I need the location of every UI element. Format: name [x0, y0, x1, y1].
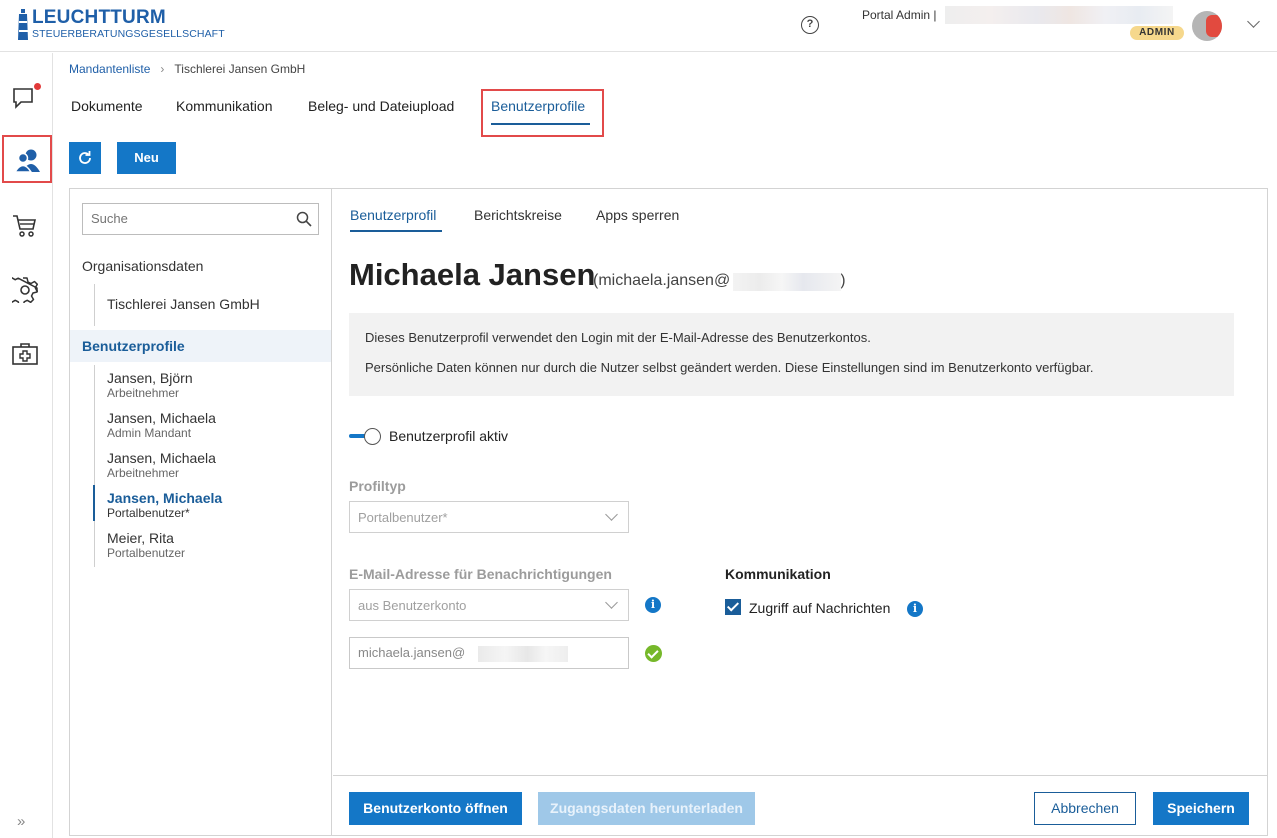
rail-item-cart[interactable] — [0, 201, 52, 249]
expand-rail-icon[interactable]: » — [17, 813, 26, 830]
breadcrumb: Mandantenliste › Tischlerei Jansen GmbH — [69, 62, 305, 76]
person-role: Arbeitnehmer — [107, 466, 180, 480]
search-input[interactable] — [91, 211, 281, 226]
profiles-section-header[interactable]: Benutzerprofile — [70, 330, 331, 362]
info-line-1: Dieses Benutzerprofil verwendet den Logi… — [365, 330, 871, 345]
breadcrumb-current: Tischlerei Jansen GmbH — [174, 62, 306, 76]
person-role: Admin Mandant — [107, 426, 192, 440]
tab-benutzerprofil[interactable]: Benutzerprofil — [350, 207, 436, 223]
breadcrumb-root-link[interactable]: Mandantenliste — [69, 62, 150, 76]
download-credentials-button[interactable]: Zugangsdaten herunterladen — [538, 792, 755, 825]
avatar-image — [1206, 15, 1222, 37]
org-section-title: Organisationsdaten — [82, 258, 204, 274]
search-icon[interactable] — [296, 211, 312, 227]
lighthouse-icon — [18, 9, 28, 40]
logo[interactable]: LEUCHTTURM STEUERBERATUNGSGESELLSCHAFT — [14, 7, 225, 43]
cart-icon — [13, 215, 36, 237]
profile-active-toggle[interactable] — [349, 427, 383, 445]
org-item[interactable]: Tischlerei Jansen GmbH — [107, 296, 260, 312]
refresh-icon — [79, 151, 91, 164]
open-account-button[interactable]: Benutzerkonto öffnen — [349, 792, 522, 825]
search-box — [82, 203, 319, 235]
rail-item-users[interactable] — [2, 135, 52, 183]
tree-line — [94, 365, 95, 567]
rail-item-health[interactable] — [0, 329, 52, 377]
email-redacted — [478, 646, 568, 662]
list-item[interactable]: Jansen, Michaela Arbeitnehmer — [107, 450, 216, 480]
email-source-select[interactable]: aus Benutzerkonto — [349, 589, 629, 621]
communication-label: Kommunikation — [725, 566, 831, 582]
person-role: Arbeitnehmer — [107, 386, 180, 400]
person-name: Jansen, Michaela — [107, 410, 216, 426]
info-line-2: Persönliche Daten können nur durch die N… — [365, 360, 1094, 375]
email-redacted — [733, 273, 841, 291]
person-name: Meier, Rita — [107, 530, 174, 546]
role-badge: ADMIN — [1130, 26, 1184, 40]
user-label: Portal Admin | — [862, 8, 937, 22]
new-button[interactable]: Neu — [117, 142, 176, 174]
chevron-down-icon[interactable] — [1247, 15, 1260, 28]
left-rail: » — [0, 53, 53, 838]
chevron-down-icon — [605, 596, 618, 609]
avatar[interactable] — [1192, 11, 1222, 41]
person-name: Jansen, Michaela — [107, 490, 223, 506]
info-icon[interactable]: i — [907, 601, 923, 617]
rail-item-messages[interactable] — [0, 73, 52, 121]
person-role: Portalbenutzer — [107, 546, 186, 560]
list-item[interactable]: Jansen, Björn Arbeitnehmer — [107, 370, 193, 400]
medical-kit-icon — [12, 343, 38, 365]
notification-dot — [34, 83, 41, 90]
profile-detail: Benutzerprofil Berichtskreise Apps sperr… — [333, 189, 1267, 835]
list-item[interactable]: Meier, Rita Portalbenutzer — [107, 530, 185, 560]
tab-apps-sperren[interactable]: Apps sperren — [596, 207, 679, 223]
list-item[interactable]: Jansen, Michaela Admin Mandant — [107, 410, 216, 440]
user-email-suffix: ) — [840, 272, 846, 289]
check-circle-icon — [645, 645, 662, 662]
highlight-frame — [481, 89, 604, 137]
person-name: Jansen, Björn — [107, 370, 193, 386]
person-role: Portalbenutzer* — [107, 506, 190, 520]
save-button[interactable]: Speichern — [1153, 792, 1249, 825]
logo-subtitle: STEUERBERATUNGSGESELLSCHAFT — [32, 28, 225, 40]
person-name: Jansen, Michaela — [107, 450, 216, 466]
tab-berichtskreise[interactable]: Berichtskreise — [474, 207, 562, 223]
profiltyp-label: Profiltyp — [349, 478, 406, 494]
profiltyp-select[interactable]: Portalbenutzer* — [349, 501, 629, 533]
tree-line — [94, 284, 95, 326]
active-subtab-indicator — [350, 230, 442, 232]
message-access-label: Zugriff auf Nachrichten — [749, 600, 891, 616]
user-email-prefix: (michaela.jansen@ — [593, 272, 731, 289]
rail-item-settings[interactable] — [0, 265, 52, 313]
info-box: Dieses Benutzerprofil verwendet den Logi… — [349, 313, 1234, 396]
main-panel: Organisationsdaten Tischlerei Jansen Gmb… — [69, 188, 1268, 836]
top-header: LEUCHTTURM STEUERBERATUNGSGESELLSCHAFT ?… — [0, 0, 1277, 52]
toggle-knob — [364, 428, 381, 445]
tab-beleg-upload[interactable]: Beleg- und Dateiupload — [308, 98, 454, 114]
action-footer: Benutzerkonto öffnen Zugangsdaten herunt… — [333, 775, 1267, 835]
help-icon[interactable]: ? — [801, 16, 819, 34]
toggle-label: Benutzerprofil aktiv — [389, 428, 509, 444]
profiles-section-title: Benutzerprofile — [82, 338, 185, 354]
users-icon — [14, 149, 40, 173]
email-input[interactable] — [358, 645, 478, 660]
refresh-button[interactable] — [69, 142, 101, 174]
logo-title: LEUCHTTURM — [32, 7, 166, 28]
email-notification-label: E-Mail-Adresse für Benachrichtigungen — [349, 566, 612, 582]
cancel-button[interactable]: Abbrechen — [1034, 792, 1136, 825]
profile-sidebar: Organisationsdaten Tischlerei Jansen Gmb… — [70, 189, 332, 835]
profiltyp-value: Portalbenutzer* — [358, 510, 448, 525]
info-icon[interactable]: i — [645, 597, 661, 613]
email-source-value: aus Benutzerkonto — [358, 598, 467, 613]
email-field — [349, 637, 629, 669]
user-name-redacted — [945, 6, 1173, 24]
chevron-down-icon — [605, 508, 618, 521]
page-title: Michaela Jansen — [349, 257, 596, 292]
message-access-checkbox[interactable] — [725, 599, 741, 615]
tab-dokumente[interactable]: Dokumente — [71, 98, 143, 114]
chevron-right-icon: › — [160, 62, 165, 76]
selected-indicator — [93, 485, 95, 521]
list-item-selected[interactable]: Jansen, Michaela Portalbenutzer* — [107, 490, 222, 520]
tab-kommunikation[interactable]: Kommunikation — [176, 98, 273, 114]
gear-icon — [12, 277, 38, 303]
